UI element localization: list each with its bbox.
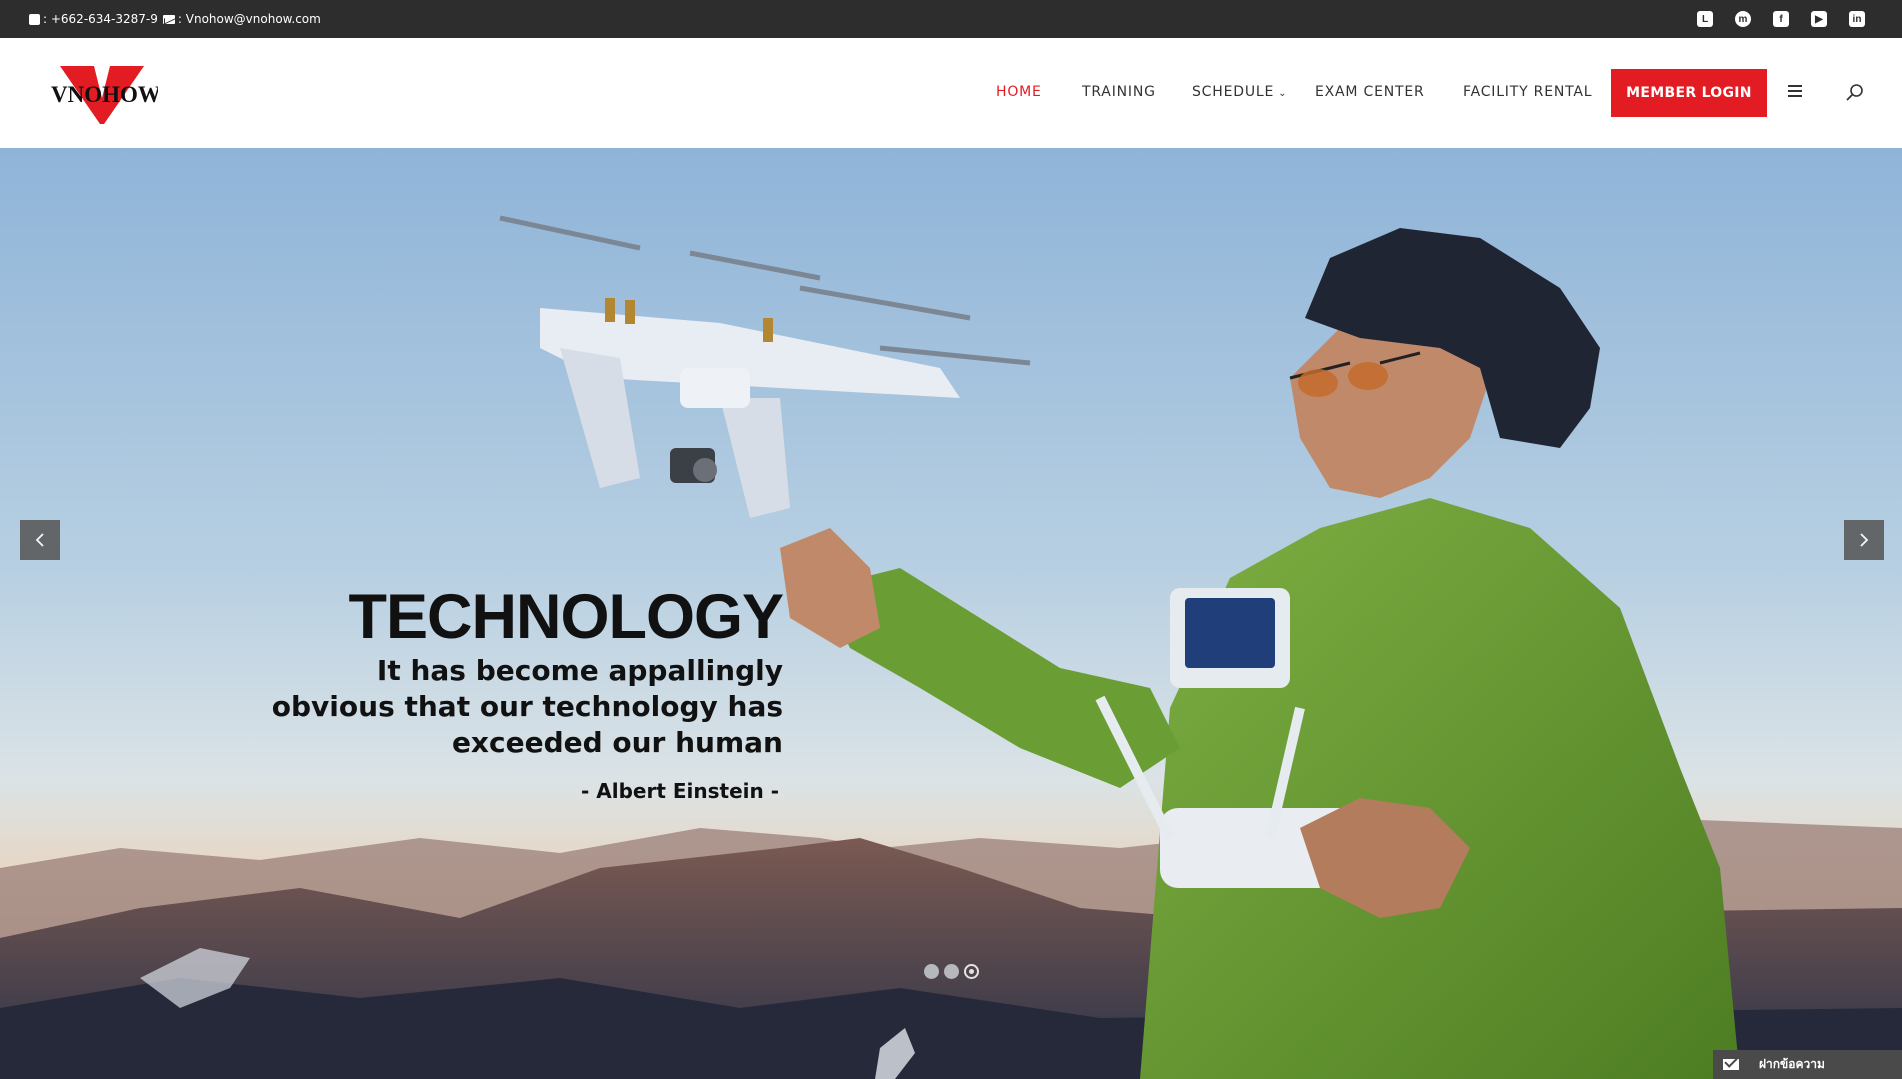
slider-dot-active[interactable]: [964, 964, 979, 979]
nav-item-label: SCHEDULE: [1192, 84, 1275, 100]
slider-next-button[interactable]: [1844, 520, 1884, 560]
hero-slider: TECHNOLOGY It has become appallingly obv…: [0, 148, 1902, 1079]
slider-dot[interactable]: [944, 964, 959, 979]
youtube-icon[interactable]: ▶: [1811, 11, 1827, 27]
leave-message-label: ฝากข้อความ: [1759, 1057, 1825, 1071]
phone-icon: [29, 13, 40, 25]
mail-icon: [162, 14, 175, 24]
nav-item-label: HOME: [996, 84, 1042, 100]
slide-quote-author: - Albert Einstein -: [580, 779, 779, 803]
nav-item-schedule[interactable]: SCHEDULE ⌄: [1192, 84, 1287, 100]
slider-prev-button[interactable]: [20, 520, 60, 560]
envelope-icon: [1723, 1059, 1739, 1070]
phone-number[interactable]: : +662-634-3287-9: [43, 12, 158, 26]
site-logo[interactable]: VNOHOW: [48, 62, 161, 126]
member-login-button[interactable]: MEMBER LOGIN: [1611, 69, 1767, 117]
slider-dot[interactable]: [924, 964, 939, 979]
nav-item-label: EXAM CENTER: [1315, 84, 1425, 100]
email-address[interactable]: : Vnohow@vnohow.com: [178, 12, 321, 26]
site-header: VNOHOW HOME TRAINING SCHEDULE ⌄ EXAM CENT…: [0, 38, 1902, 148]
nav-item-training[interactable]: TRAINING: [1082, 84, 1156, 100]
slide-caption: TECHNOLOGY It has become appallingly obv…: [263, 581, 784, 803]
contact-info: : +662-634-3287-9 : Vnohow@vnohow.com: [29, 0, 326, 38]
nav-item-facility-rental[interactable]: FACILITY RENTAL: [1463, 84, 1592, 100]
chevron-down-icon: ⌄: [1278, 88, 1288, 99]
slide-title: TECHNOLOGY: [348, 582, 784, 652]
logo-text: VNOHOW: [51, 82, 158, 107]
linkedin-icon[interactable]: in: [1849, 11, 1865, 27]
top-bar: : +662-634-3287-9 : Vnohow@vnohow.com L …: [0, 0, 1902, 38]
slider-pagination: [924, 964, 979, 979]
search-icon[interactable]: [1846, 83, 1864, 101]
line-icon[interactable]: L: [1697, 11, 1713, 27]
slide-quote: It has become appallingly obvious that o…: [271, 654, 783, 759]
nav-item-label: FACILITY RENTAL: [1463, 84, 1593, 100]
social-links: L m f ▶ in: [1697, 0, 1865, 38]
nav-item-label: TRAINING: [1082, 84, 1156, 100]
nav-item-home[interactable]: HOME: [996, 84, 1042, 100]
facebook-icon[interactable]: f: [1773, 11, 1789, 27]
leave-message-tab[interactable]: ฝากข้อความ: [1713, 1050, 1902, 1079]
hamburger-menu-icon[interactable]: [1788, 85, 1802, 97]
nav-item-exam-center[interactable]: EXAM CENTER: [1315, 84, 1425, 100]
messenger-icon[interactable]: m: [1735, 11, 1751, 27]
